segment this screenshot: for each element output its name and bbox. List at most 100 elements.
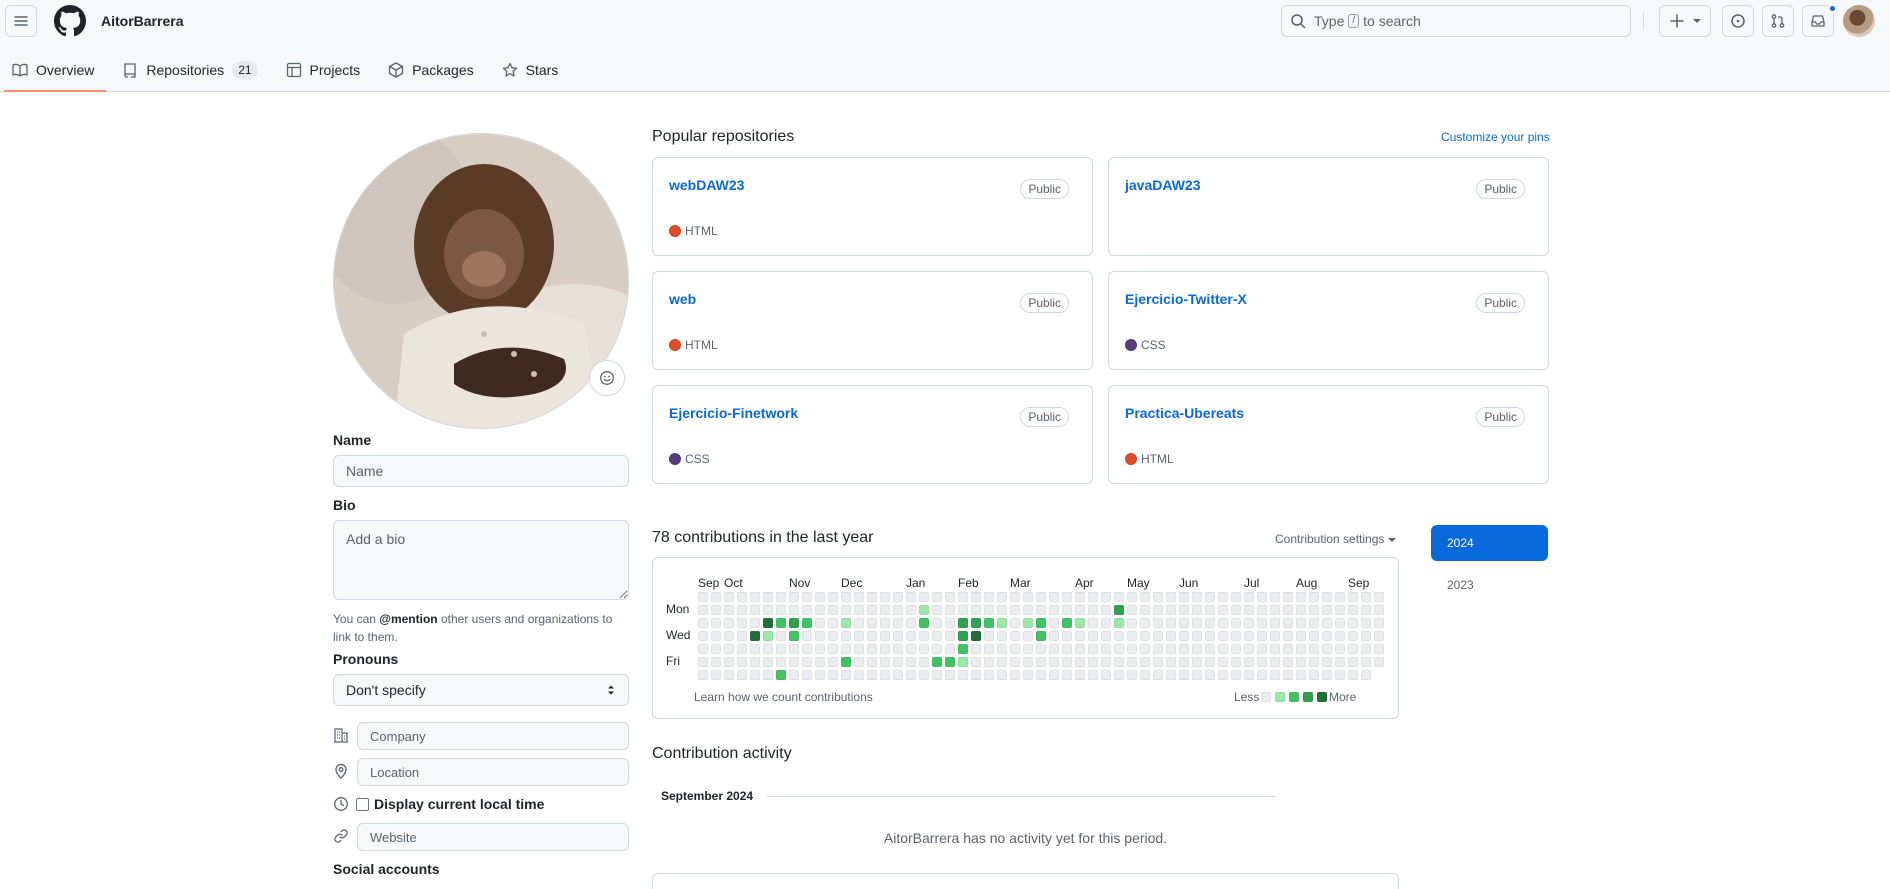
contribution-day[interactable] (1101, 631, 1111, 641)
contribution-day[interactable] (737, 618, 747, 628)
contribution-day[interactable] (789, 644, 799, 654)
contribution-day[interactable] (1127, 631, 1137, 641)
contribution-day[interactable] (1322, 618, 1332, 628)
contribution-day[interactable] (776, 592, 786, 602)
contribution-day[interactable] (958, 644, 968, 654)
contribution-day[interactable] (1153, 592, 1163, 602)
contribution-day[interactable] (958, 670, 968, 680)
contribution-day[interactable] (1283, 670, 1293, 680)
contribution-day[interactable] (789, 605, 799, 615)
contribution-day[interactable] (1127, 657, 1137, 667)
contribution-day[interactable] (841, 605, 851, 615)
contribution-day[interactable] (1179, 657, 1189, 667)
contribution-day[interactable] (958, 592, 968, 602)
contribution-day[interactable] (919, 631, 929, 641)
contribution-day[interactable] (763, 592, 773, 602)
contribution-day[interactable] (1218, 605, 1228, 615)
contribution-day[interactable] (971, 618, 981, 628)
contribution-day[interactable] (1374, 657, 1384, 667)
contribution-day[interactable] (932, 644, 942, 654)
contribution-day[interactable] (1140, 657, 1150, 667)
contribution-day[interactable] (802, 670, 812, 680)
tab-repositories[interactable]: Repositories 21 (110, 52, 269, 88)
contribution-day[interactable] (815, 644, 825, 654)
contribution-day[interactable] (1231, 592, 1241, 602)
contribution-day[interactable] (1309, 631, 1319, 641)
contribution-day[interactable] (1088, 631, 1098, 641)
contribution-day[interactable] (815, 670, 825, 680)
contribution-day[interactable] (1023, 644, 1033, 654)
contribution-day[interactable] (1088, 657, 1098, 667)
contribution-day[interactable] (828, 631, 838, 641)
contribution-day[interactable] (776, 657, 786, 667)
contribution-day[interactable] (1062, 631, 1072, 641)
contribution-day[interactable] (802, 644, 812, 654)
contribution-day[interactable] (997, 670, 1007, 680)
contribution-day[interactable] (1179, 644, 1189, 654)
contribution-day[interactable] (984, 657, 994, 667)
contribution-day[interactable] (724, 618, 734, 628)
contribution-day[interactable] (1127, 592, 1137, 602)
contribution-day[interactable] (1140, 605, 1150, 615)
contribution-day[interactable] (919, 605, 929, 615)
contribution-day[interactable] (776, 618, 786, 628)
contribution-day[interactable] (1348, 631, 1358, 641)
contribution-day[interactable] (1166, 670, 1176, 680)
contribution-day[interactable] (1374, 644, 1384, 654)
contribution-day[interactable] (1049, 631, 1059, 641)
contribution-day[interactable] (971, 605, 981, 615)
contribution-day[interactable] (828, 605, 838, 615)
learn-contributions-link[interactable]: Learn how we count contributions (694, 690, 873, 704)
contribution-day[interactable] (841, 670, 851, 680)
contribution-day[interactable] (776, 644, 786, 654)
contribution-day[interactable] (1270, 618, 1280, 628)
contribution-day[interactable] (828, 657, 838, 667)
contribution-day[interactable] (698, 605, 708, 615)
contribution-day[interactable] (932, 670, 942, 680)
contribution-day[interactable] (1075, 592, 1085, 602)
contribution-day[interactable] (867, 644, 877, 654)
contribution-day[interactable] (750, 605, 760, 615)
contribution-day[interactable] (1257, 631, 1267, 641)
contribution-day[interactable] (971, 631, 981, 641)
set-status-button[interactable] (589, 360, 625, 396)
contribution-day[interactable] (1010, 618, 1020, 628)
contribution-day[interactable] (1036, 631, 1046, 641)
contribution-day[interactable] (1244, 605, 1254, 615)
contribution-day[interactable] (698, 631, 708, 641)
contribution-day[interactable] (1361, 618, 1371, 628)
contribution-day[interactable] (698, 657, 708, 667)
contribution-day[interactable] (854, 631, 864, 641)
contribution-day[interactable] (828, 592, 838, 602)
contribution-day[interactable] (802, 592, 812, 602)
contribution-day[interactable] (1023, 657, 1033, 667)
contribution-day[interactable] (1140, 592, 1150, 602)
contribution-day[interactable] (1140, 644, 1150, 654)
contribution-day[interactable] (854, 670, 864, 680)
contribution-day[interactable] (867, 670, 877, 680)
repo-link[interactable]: web (669, 291, 696, 307)
contribution-day[interactable] (1192, 644, 1202, 654)
contribution-day[interactable] (1062, 644, 1072, 654)
contribution-day[interactable] (1205, 657, 1215, 667)
contribution-day[interactable] (763, 631, 773, 641)
contribution-day[interactable] (1010, 657, 1020, 667)
contribution-day[interactable] (789, 631, 799, 641)
contribution-day[interactable] (750, 592, 760, 602)
contribution-day[interactable] (1335, 605, 1345, 615)
contribution-day[interactable] (1192, 657, 1202, 667)
repo-link[interactable]: webDAW23 (669, 177, 744, 193)
contribution-day[interactable] (1062, 618, 1072, 628)
contribution-day[interactable] (1127, 670, 1137, 680)
contribution-day[interactable] (932, 657, 942, 667)
contribution-day[interactable] (971, 670, 981, 680)
contribution-day[interactable] (1010, 644, 1020, 654)
contribution-day[interactable] (945, 618, 955, 628)
contribution-day[interactable] (1244, 670, 1254, 680)
contribution-day[interactable] (763, 644, 773, 654)
contribution-day[interactable] (737, 657, 747, 667)
contribution-day[interactable] (1192, 592, 1202, 602)
contribution-day[interactable] (1036, 605, 1046, 615)
contribution-day[interactable] (1218, 631, 1228, 641)
contribution-day[interactable] (1231, 631, 1241, 641)
